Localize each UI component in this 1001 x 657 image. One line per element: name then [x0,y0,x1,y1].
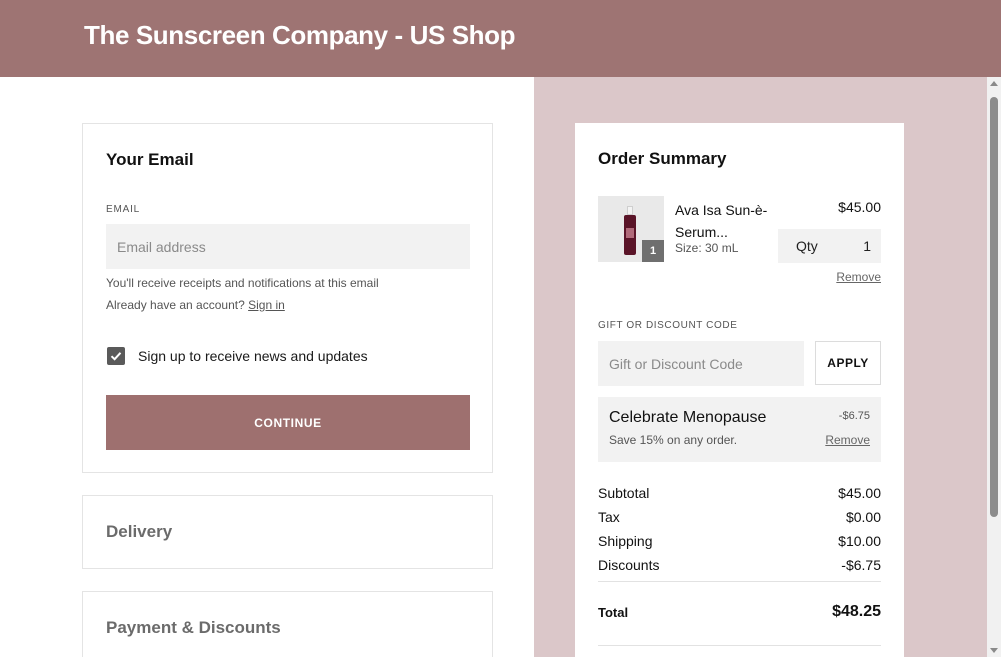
product-name: Ava Isa Sun-è-Serum... [675,202,768,240]
subtotal-label: Subtotal [598,485,650,501]
remove-promo-link[interactable]: Remove [825,433,870,447]
order-summary-title: Order Summary [598,149,727,168]
delivery-section[interactable]: Delivery [82,495,493,569]
order-summary: Order Summary 1 Ava Isa Sun-è-Serum... S… [575,123,904,657]
shop-title: The Sunscreen Company - US Shop [84,20,516,50]
bottle-label-shape [626,228,634,238]
email-field-label: EMAIL [106,204,141,215]
product-thumbnail: 1 [598,196,664,262]
page-scrollbar[interactable] [987,77,1001,657]
account-prompt-text: Already have an account? [106,298,245,312]
payment-section-title: Payment & Discounts [106,618,281,637]
bottom-divider [598,645,881,646]
quantity-badge: 1 [642,240,664,262]
promo-name: Celebrate Menopause [609,409,767,426]
quantity-label: Qty [796,238,818,254]
grand-total-value: $48.25 [832,603,881,620]
discount-code-label: GIFT OR DISCOUNT CODE [598,320,738,331]
site-header: The Sunscreen Company - US Shop [0,0,1001,77]
discounts-row: Discounts -$6.75 [598,557,881,581]
account-prompt: Already have an account? Sign in [106,298,285,312]
email-helper-text: You'll receive receipts and notification… [106,276,379,290]
delivery-section-title: Delivery [106,522,173,541]
subtotal-row: Subtotal $45.00 [598,485,881,509]
promo-amount: -$6.75 [838,410,870,422]
product-size: Size: 30 mL [675,241,739,255]
totals-list: Subtotal $45.00 Tax $0.00 Shipping $10.0… [598,485,881,581]
newsletter-checkbox-label[interactable]: Sign up to receive news and updates [138,348,368,364]
apply-discount-button[interactable]: APPLY [815,341,881,385]
quantity-value[interactable]: 1 [863,238,871,254]
discounts-value: -$6.75 [841,557,881,573]
email-section-title: Your Email [106,150,194,169]
email-input[interactable] [106,224,470,269]
shipping-value: $10.00 [838,533,881,549]
tax-label: Tax [598,509,620,525]
continue-button[interactable]: CONTINUE [106,395,470,450]
scroll-down-arrow-icon[interactable] [990,648,998,653]
sign-in-link[interactable]: Sign in [248,298,285,312]
discounts-label: Discounts [598,557,660,573]
tax-row: Tax $0.00 [598,509,881,533]
email-section: Your Email EMAIL You'll receive receipts… [82,123,493,473]
checkmark-icon [110,352,122,361]
applied-promo: Celebrate Menopause Save 15% on any orde… [598,397,881,462]
promo-description: Save 15% on any order. [609,433,738,447]
scroll-up-arrow-icon[interactable] [990,81,998,86]
payment-section[interactable]: Payment & Discounts [82,591,493,657]
product-price: $45.00 [838,199,881,215]
quantity-selector[interactable]: Qty 1 [778,229,881,263]
grand-total-label: Total [598,605,629,620]
discount-code-input[interactable] [598,341,804,386]
tax-value: $0.00 [845,509,881,525]
remove-item-link[interactable]: Remove [836,270,881,284]
subtotal-value: $45.00 [838,485,881,501]
totals-divider [598,581,881,582]
shipping-row: Shipping $10.00 [598,533,881,557]
scrollbar-thumb[interactable] [990,97,998,517]
newsletter-checkbox[interactable] [107,347,125,365]
shipping-label: Shipping [598,533,653,549]
bottle-cap-shape [627,206,633,215]
